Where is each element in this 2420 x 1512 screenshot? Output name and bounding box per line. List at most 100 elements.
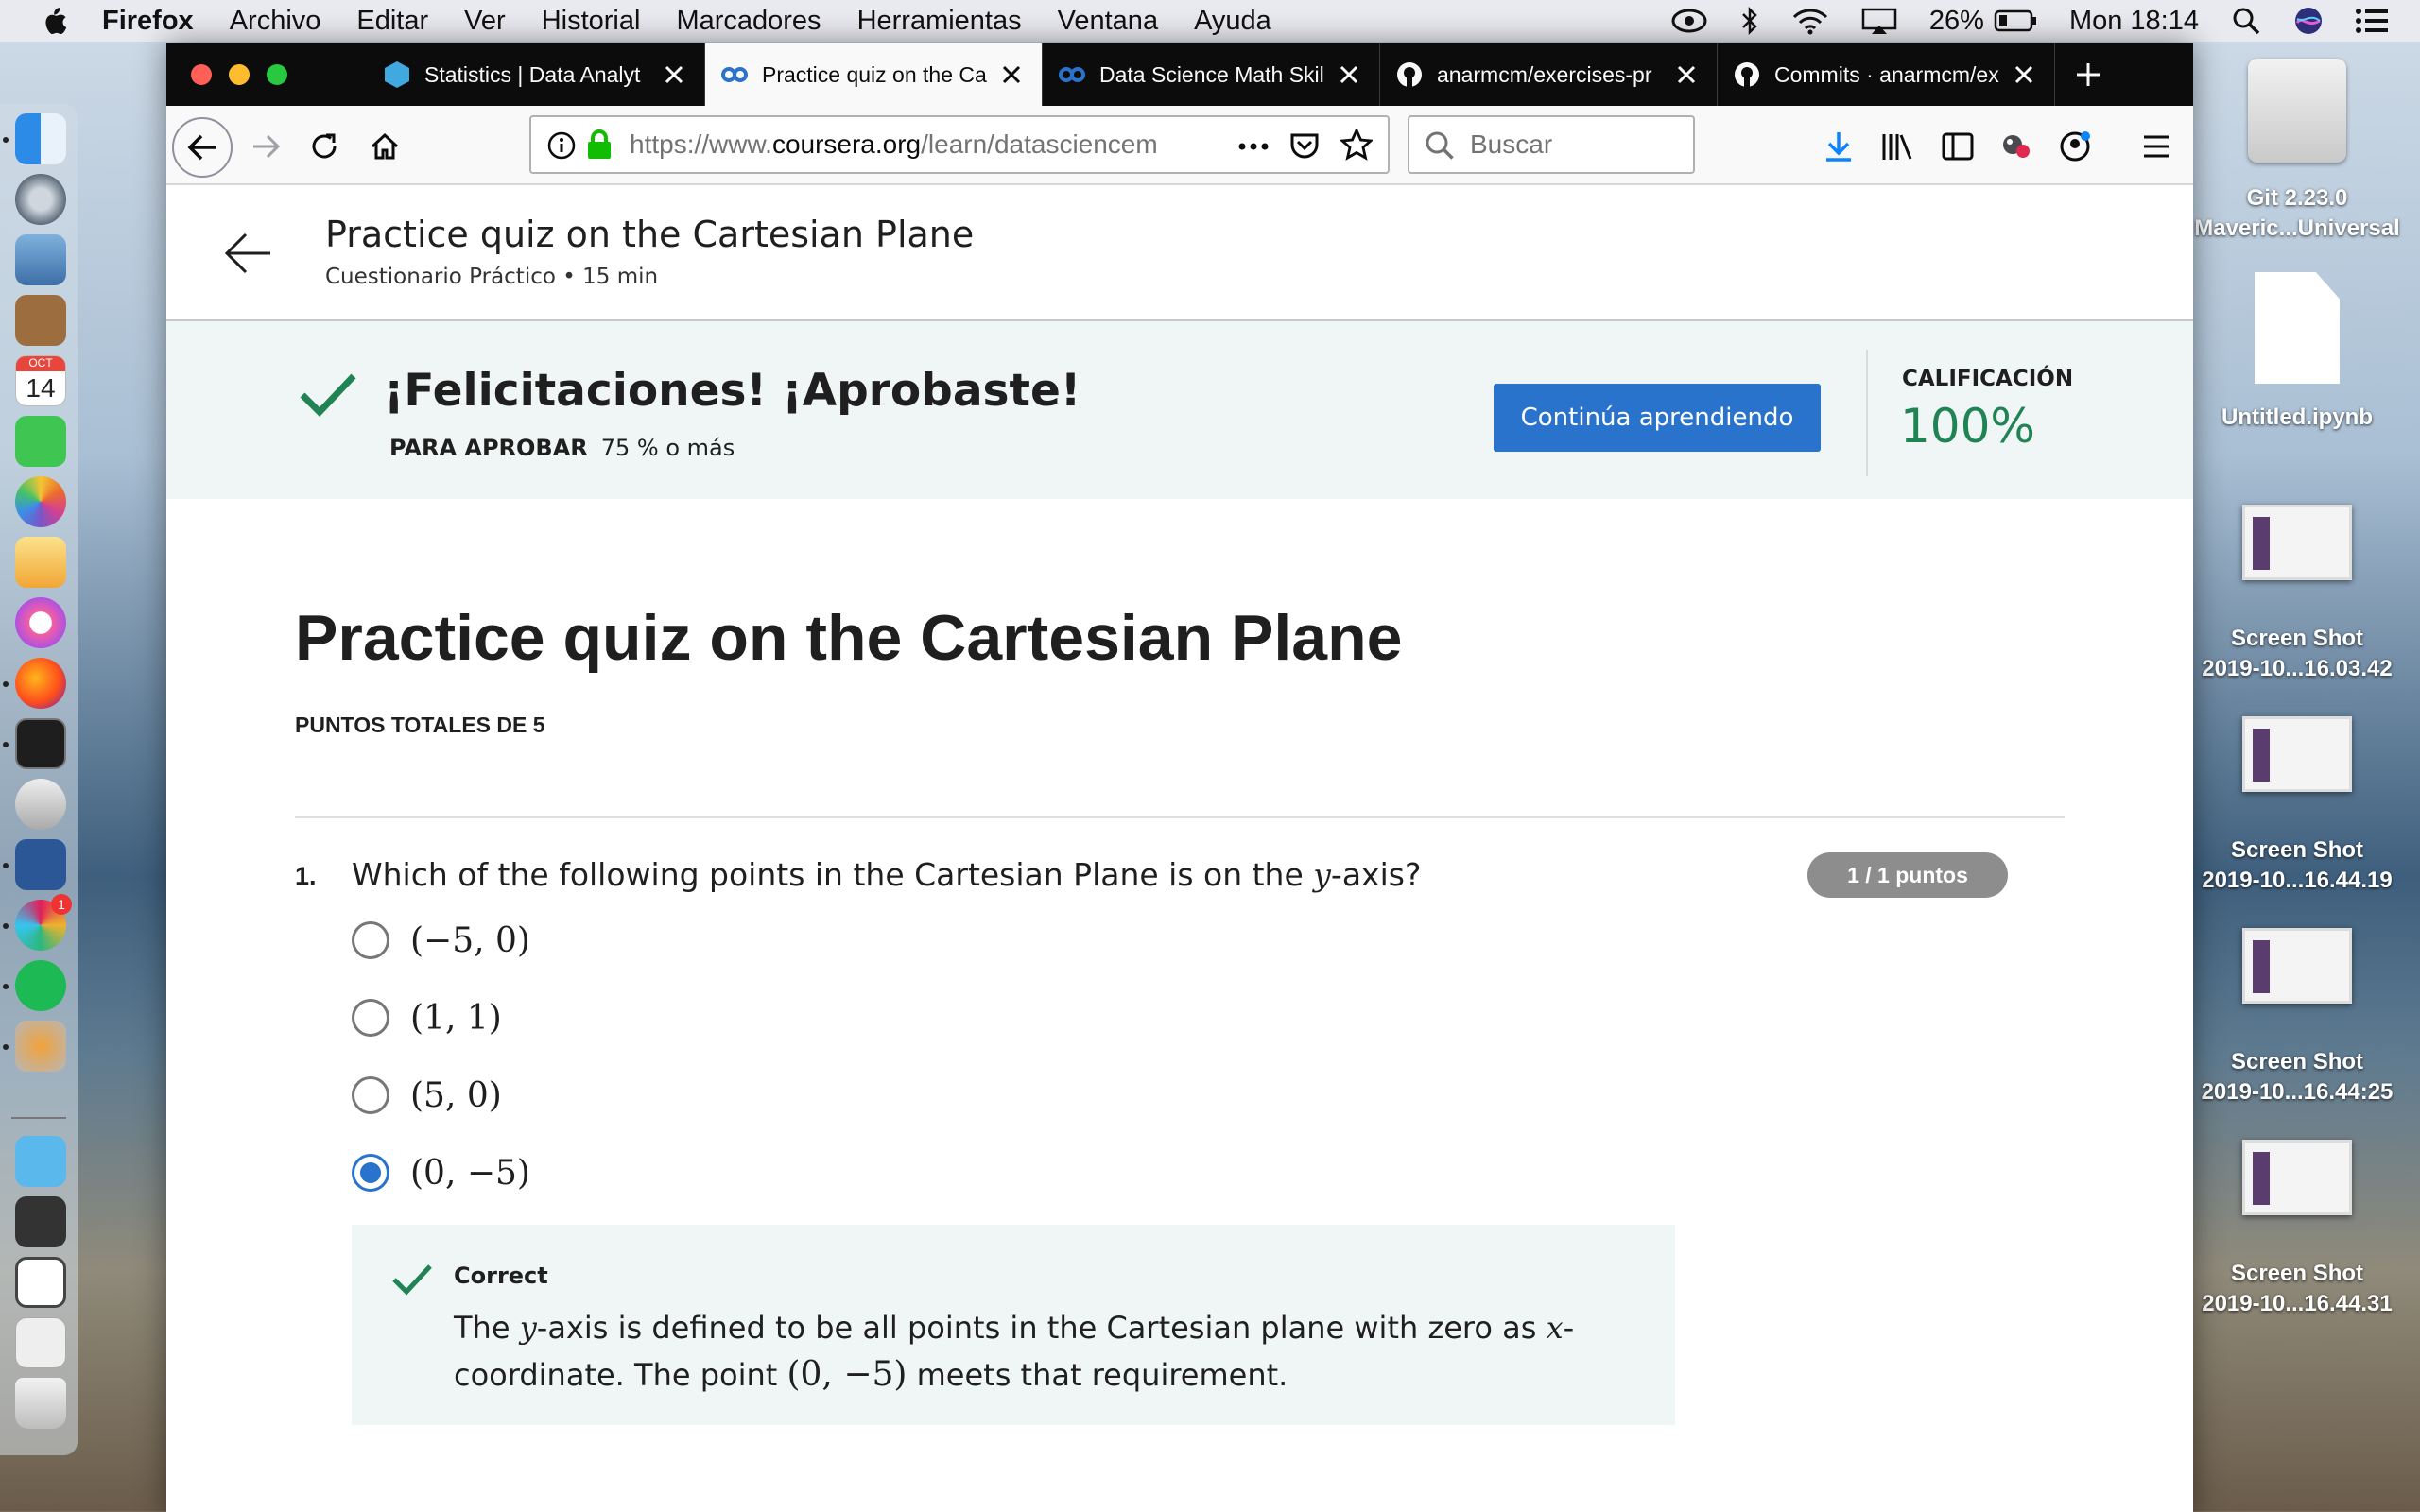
quiz-header: Practice quiz on the Cartesian Plane PUN… bbox=[295, 601, 1402, 738]
tab-github-commits[interactable]: Commits · anarmcm/ex bbox=[1718, 43, 2055, 106]
downloads-button[interactable] bbox=[1817, 125, 1860, 168]
notification-center-icon[interactable] bbox=[2356, 8, 2388, 34]
search-bar[interactable]: Buscar bbox=[1408, 115, 1695, 174]
finder-icon[interactable] bbox=[15, 113, 66, 164]
radio-button-selected[interactable] bbox=[352, 1154, 389, 1192]
reload-button[interactable] bbox=[302, 125, 346, 168]
trash-icon[interactable] bbox=[15, 1378, 66, 1429]
minimize-window-button[interactable] bbox=[229, 64, 250, 85]
facetime-icon[interactable] bbox=[15, 416, 66, 467]
quiz-title: Practice quiz on the Cartesian Plane bbox=[295, 602, 1403, 674]
home-button[interactable] bbox=[363, 125, 406, 168]
preview-icon[interactable] bbox=[15, 234, 66, 285]
library-button[interactable] bbox=[1876, 125, 1919, 168]
menu-marcadores[interactable]: Marcadores bbox=[676, 6, 821, 37]
clock[interactable]: Mon 18:14 bbox=[2069, 6, 2199, 37]
apple-menu-icon[interactable] bbox=[38, 5, 70, 37]
radio-button[interactable] bbox=[352, 921, 389, 959]
running-indicator bbox=[3, 742, 9, 747]
menu-ventana[interactable]: Ventana bbox=[1058, 6, 1158, 37]
site-info-icon[interactable] bbox=[546, 130, 577, 167]
close-tab-icon[interactable] bbox=[996, 60, 1027, 90]
recent-document-icon[interactable] bbox=[15, 1317, 66, 1368]
terminal-icon[interactable] bbox=[15, 718, 66, 769]
firefox-window: Statistics | Data Analyt Practice quiz o… bbox=[166, 43, 2193, 1512]
hamburger-menu-button[interactable] bbox=[2135, 125, 2178, 168]
url-text[interactable]: https://www.coursera.org/learn/datascien… bbox=[630, 129, 1159, 160]
desktop-item-screenshot-3[interactable]: Screen Shot 2019-10...16.44:25 bbox=[2184, 928, 2411, 1108]
close-tab-icon[interactable] bbox=[659, 60, 689, 90]
menu-historial[interactable]: Historial bbox=[542, 6, 641, 37]
dock-divider bbox=[11, 1117, 66, 1119]
desktop-item-ipynb[interactable]: Untitled.ipynb bbox=[2184, 272, 2411, 433]
running-indicator bbox=[3, 1044, 9, 1050]
photos-icon[interactable] bbox=[15, 476, 66, 527]
close-tab-icon[interactable] bbox=[1671, 60, 1702, 90]
answer-option-selected[interactable]: (0, −5) bbox=[352, 1149, 530, 1196]
bluetooth-icon[interactable] bbox=[1740, 6, 1759, 36]
disk-utility-icon[interactable] bbox=[15, 779, 66, 830]
tab-statistics[interactable]: Statistics | Data Analyt bbox=[368, 43, 705, 106]
radio-button[interactable] bbox=[352, 1076, 389, 1114]
extension-button[interactable] bbox=[1995, 125, 2038, 168]
radio-button[interactable] bbox=[352, 999, 389, 1037]
desktop-item-screenshot-4[interactable]: Screen Shot 2019-10...16.44.31 bbox=[2184, 1140, 2411, 1319]
downloads-folder-icon[interactable] bbox=[15, 1136, 66, 1187]
pass-value: 75 % o más bbox=[600, 435, 735, 461]
close-window-button[interactable] bbox=[191, 64, 212, 85]
account-button[interactable] bbox=[2053, 125, 2097, 168]
siri-icon[interactable] bbox=[2293, 6, 2324, 36]
zoom-window-button[interactable] bbox=[267, 64, 287, 85]
close-tab-icon[interactable] bbox=[1334, 60, 1364, 90]
sidebar-toggle-button[interactable] bbox=[1936, 125, 1979, 168]
forward-button[interactable] bbox=[244, 125, 287, 168]
desktop-item-screenshot-1[interactable]: Screen Shot 2019-10...16.03.42 bbox=[2184, 505, 2411, 684]
page-actions-icon[interactable] bbox=[1236, 132, 1270, 167]
back-button[interactable] bbox=[172, 117, 233, 178]
recent-window-icon[interactable] bbox=[15, 1257, 66, 1308]
answer-option[interactable]: (−5, 0) bbox=[352, 917, 530, 964]
coursera-favicon bbox=[1058, 60, 1086, 89]
answer-option[interactable]: (1, 1) bbox=[352, 994, 502, 1041]
launchpad-icon[interactable] bbox=[15, 174, 66, 225]
desktop-item-screenshot-2[interactable]: Screen Shot 2019-10...16.44.19 bbox=[2184, 716, 2411, 896]
menu-archivo[interactable]: Archivo bbox=[230, 6, 321, 37]
pocket-icon[interactable] bbox=[1289, 130, 1320, 167]
menu-herramientas[interactable]: Herramientas bbox=[857, 6, 1022, 37]
tab-data-science-math[interactable]: Data Science Math Skil bbox=[1043, 43, 1380, 106]
answer-option[interactable]: (5, 0) bbox=[352, 1072, 502, 1119]
coursera-page: Practice quiz on the Cartesian Plane Cue… bbox=[166, 185, 2193, 1512]
menu-editar[interactable]: Editar bbox=[356, 6, 428, 37]
tab-github-exercises[interactable]: anarmcm/exercises-pr bbox=[1380, 43, 1718, 106]
back-to-course-button[interactable] bbox=[219, 225, 276, 282]
recent-item-icon[interactable] bbox=[15, 1196, 66, 1247]
itunes-icon[interactable] bbox=[15, 597, 66, 648]
new-tab-button[interactable] bbox=[2055, 43, 2121, 106]
slack-icon[interactable]: 1 bbox=[15, 894, 72, 951]
desktop-item-git[interactable]: Git 2.23.0 Maveric...Universal bbox=[2184, 59, 2411, 244]
calendar-icon[interactable]: OCT 14 bbox=[15, 355, 66, 406]
menu-ayuda[interactable]: Ayuda bbox=[1194, 6, 1271, 37]
continue-learning-button[interactable]: Continúa aprendiendo bbox=[1494, 384, 1821, 452]
running-indicator bbox=[3, 137, 9, 143]
bookmark-star-icon[interactable] bbox=[1339, 127, 1374, 167]
menu-app-name[interactable]: Firefox bbox=[102, 6, 194, 37]
url-bar[interactable]: https://www.coursera.org/learn/datascien… bbox=[529, 115, 1390, 174]
menu-ver[interactable]: Ver bbox=[464, 6, 506, 37]
forward-arrow-icon bbox=[253, 134, 281, 159]
pages-icon[interactable] bbox=[15, 537, 66, 588]
close-tab-icon[interactable] bbox=[2009, 60, 2039, 90]
airplay-icon[interactable] bbox=[1861, 7, 1897, 35]
spotify-icon[interactable] bbox=[15, 960, 66, 1011]
battery-icon[interactable] bbox=[1994, 9, 2037, 33]
keychain-icon[interactable] bbox=[15, 1021, 66, 1072]
creative-cloud-icon[interactable] bbox=[1670, 7, 1708, 35]
url-prefix: https://www. bbox=[630, 129, 772, 159]
tab-practice-quiz[interactable]: Practice quiz on the Ca bbox=[705, 43, 1043, 106]
word-icon[interactable] bbox=[15, 839, 66, 890]
wifi-icon[interactable] bbox=[1791, 7, 1829, 35]
contacts-icon[interactable] bbox=[15, 295, 66, 346]
spotlight-search-icon[interactable] bbox=[2231, 6, 2261, 36]
firefox-dock-icon[interactable] bbox=[15, 658, 66, 709]
math-variable: y bbox=[1313, 856, 1331, 893]
